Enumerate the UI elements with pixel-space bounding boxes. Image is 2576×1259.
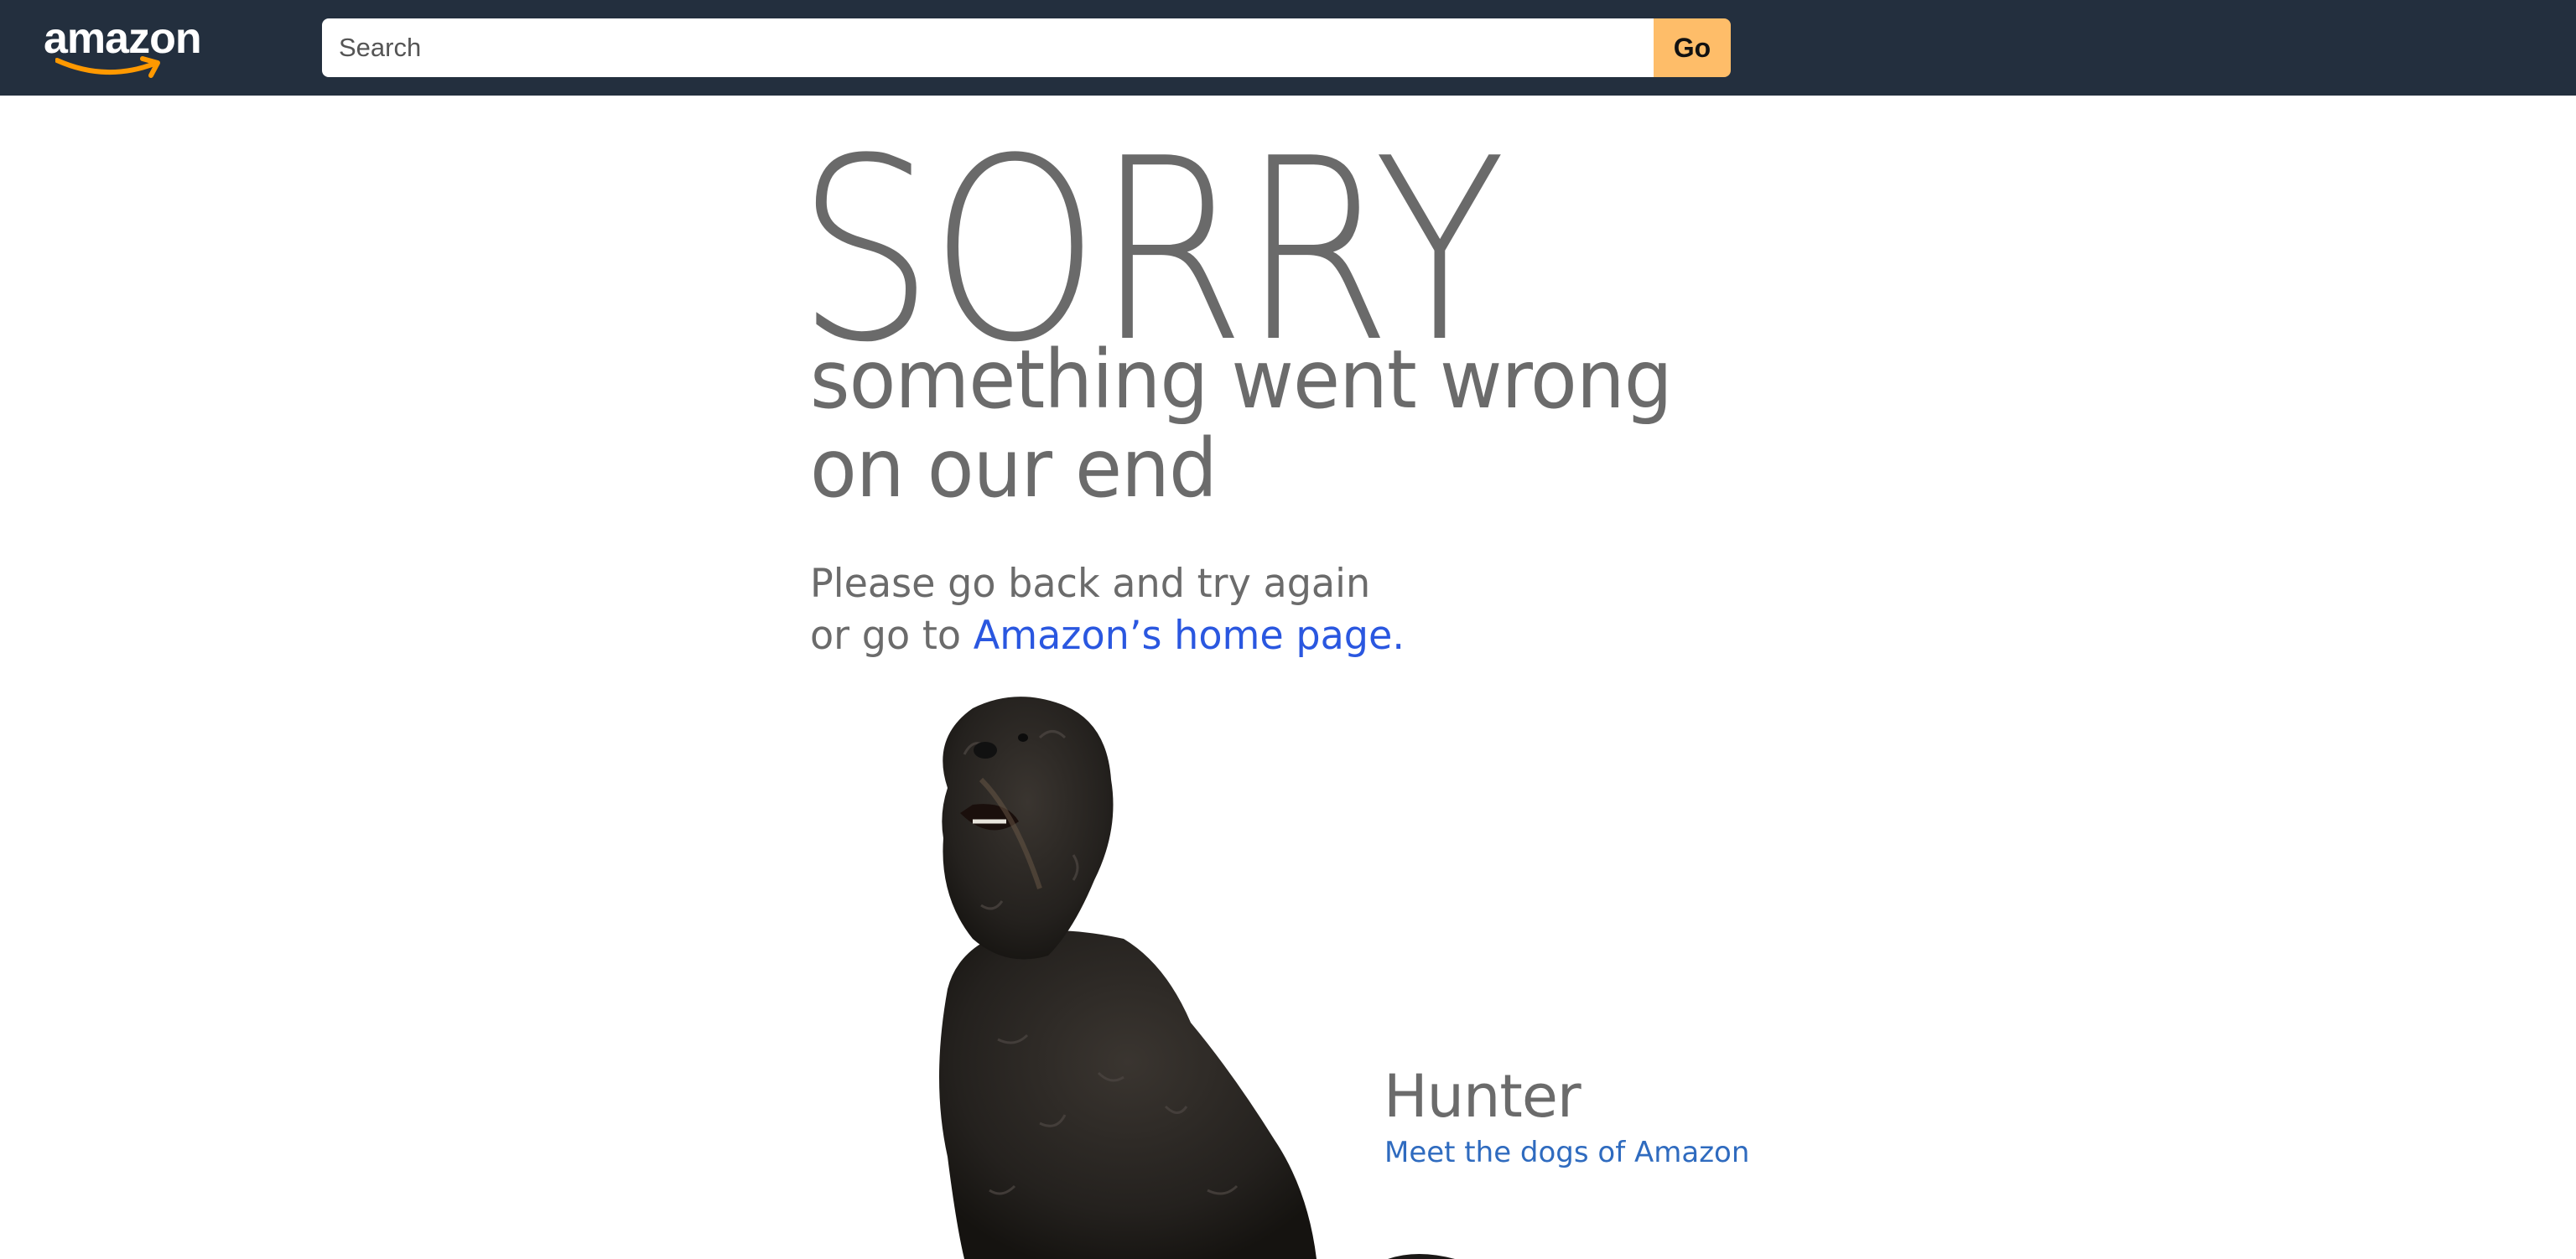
amazon-logo[interactable]: amazon: [44, 14, 211, 78]
top-nav-bar: amazon Go: [0, 0, 2576, 96]
error-subtitle-line-1: something went wrong: [810, 333, 1673, 427]
error-message: Please go back and try again or go to Am…: [810, 558, 1405, 662]
error-message-prefix: or go to: [810, 613, 974, 659]
error-message-line-2: or go to Amazon’s home page.: [810, 610, 1405, 662]
go-button[interactable]: Go: [1654, 18, 1731, 77]
home-page-link[interactable]: Amazon’s home page.: [974, 613, 1405, 659]
error-message-line-1: Please go back and try again: [810, 561, 1371, 607]
dog-name: Hunter: [1384, 1062, 1581, 1131]
meet-dogs-link[interactable]: Meet the dogs of Amazon: [1384, 1135, 1749, 1170]
search-input[interactable]: [322, 18, 1654, 77]
logo-smile-icon: [55, 56, 160, 78]
dog-image: [939, 697, 1317, 1259]
logo-wordmark: amazon: [44, 14, 202, 63]
error-subtitle: something went wrong on our end: [810, 333, 1673, 516]
error-subtitle-line-2: on our end: [810, 422, 1218, 516]
next-dog-image-edge: [1388, 1254, 1455, 1259]
